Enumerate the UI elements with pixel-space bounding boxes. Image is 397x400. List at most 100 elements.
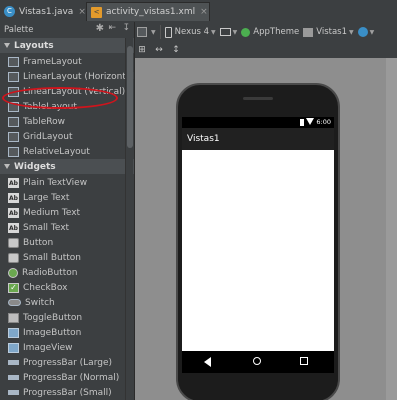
layout-actions-toolbar: ⊞ ↔ ↕: [135, 42, 397, 58]
palette-item-progressbar-normal[interactable]: ProgressBar (Normal): [0, 370, 134, 385]
palette-item-label: Small Text: [23, 222, 70, 233]
status-bar: 6:00: [182, 117, 334, 128]
palette-title: Palette: [4, 25, 34, 35]
back-icon: [204, 357, 211, 367]
recent-apps-icon: [300, 357, 308, 365]
palette-item-label: ImageView: [23, 342, 73, 353]
layout-icon: [8, 86, 19, 97]
palette-item-linearlayout-horizontal[interactable]: LinearLayout (Horizontal): [0, 69, 134, 84]
category-layouts[interactable]: Layouts: [0, 38, 134, 53]
textview-icon: Ab: [8, 207, 19, 218]
tab-activity-xml[interactable]: < activity_vistas1.xml ×: [86, 2, 210, 21]
separator: [159, 25, 161, 39]
category-widgets[interactable]: Widgets: [0, 159, 134, 174]
progress-bar-icon: [8, 375, 19, 380]
locale-dropdown[interactable]: ▼: [356, 24, 377, 40]
palette-item-small-button[interactable]: Small Button: [0, 250, 134, 265]
checkbox-icon: ✓: [8, 282, 19, 293]
design-canvas[interactable]: 6:00 Vistas1: [135, 58, 397, 400]
signal-icon: [306, 118, 314, 125]
phone-earpiece: [243, 97, 273, 100]
palette-item-label: ImageButton: [23, 327, 82, 338]
layout-variants-dropdown[interactable]: ▼: [135, 24, 158, 40]
file-icon: [137, 27, 147, 37]
theme-label: AppTheme: [253, 27, 300, 37]
palette-item-tablerow[interactable]: TableRow: [0, 114, 134, 129]
palette-item-label: RelativeLayout: [23, 146, 90, 157]
orientation-dropdown[interactable]: ▼: [218, 24, 240, 40]
palette-item-radiobutton[interactable]: RadioButton: [0, 265, 134, 280]
textview-icon: Ab: [8, 192, 19, 203]
palette-item-label: GridLayout: [23, 131, 73, 142]
image-view-icon: [8, 342, 19, 353]
palette-item-label: RadioButton: [22, 267, 78, 278]
textview-icon: Ab: [8, 177, 19, 188]
theme-button[interactable]: AppTheme: [239, 24, 301, 40]
layout-icon: [8, 56, 19, 67]
canvas-margin: [386, 58, 397, 400]
palette-item-medium-text[interactable]: Ab Medium Text: [0, 205, 134, 220]
palette-item-label: TableRow: [23, 116, 65, 127]
palette-item-label: ProgressBar (Small): [23, 387, 112, 398]
palette-item-large-text[interactable]: Ab Large Text: [0, 190, 134, 205]
options-icon[interactable]: ⇤: [108, 23, 116, 33]
palette-item-imageview[interactable]: ImageView: [0, 340, 134, 355]
hide-panel-icon[interactable]: ↧: [122, 23, 130, 33]
palette-item-label: Switch: [25, 297, 55, 308]
app-title: Vistas1: [187, 134, 220, 144]
status-time: 6:00: [316, 118, 331, 126]
palette-item-plain-textview[interactable]: Ab Plain TextView: [0, 175, 134, 190]
palette-item-checkbox[interactable]: ✓ CheckBox: [0, 280, 134, 295]
device-screen[interactable]: 6:00 Vistas1: [182, 117, 334, 373]
gear-icon[interactable]: ✱: [96, 23, 104, 34]
device-frame: 6:00 Vistas1: [176, 83, 340, 400]
palette-item-button[interactable]: Button: [0, 235, 134, 250]
table-row-icon: [8, 116, 19, 127]
progress-bar-icon: [8, 390, 19, 395]
device-label: Nexus 4: [174, 27, 210, 37]
chevron-down-icon: ▼: [151, 28, 156, 36]
java-class-icon: C: [4, 6, 15, 17]
palette-item-progressbar-large[interactable]: ProgressBar (Large): [0, 355, 134, 370]
palette-item-framelayout[interactable]: FrameLayout: [0, 54, 134, 69]
device-dropdown[interactable]: Nexus 4 ▼: [163, 24, 218, 40]
palette-item-imagebutton[interactable]: ImageButton: [0, 325, 134, 340]
palette-item-switch[interactable]: Switch: [0, 295, 134, 310]
globe-icon: [357, 27, 368, 37]
layout-icon: [8, 71, 19, 82]
palette-item-label: Button: [23, 237, 54, 248]
close-icon[interactable]: ×: [200, 7, 208, 17]
orientation-icon: [219, 28, 231, 36]
palette-item-togglebutton[interactable]: ToggleButton: [0, 310, 134, 325]
chevron-down-icon: ▼: [232, 28, 238, 36]
category-label: Layouts: [14, 40, 54, 51]
theme-icon: [241, 27, 251, 37]
palette-item-label: LinearLayout (Horizontal): [23, 71, 135, 82]
palette-item-gridlayout[interactable]: GridLayout: [0, 129, 134, 144]
tab-vistas1-java[interactable]: C Vistas1.java ×: [0, 2, 86, 21]
palette-scrollbar[interactable]: [125, 38, 133, 400]
toggle-button-icon: [8, 312, 19, 323]
palette-item-label: LinearLayout (Vertical): [23, 86, 126, 97]
phone-icon: [164, 26, 172, 38]
palette-header: Palette ✱ ⇤ ↧: [0, 22, 134, 38]
palette-item-relativelayout[interactable]: RelativeLayout: [0, 144, 134, 159]
resize-icon[interactable]: ⊞: [137, 45, 147, 55]
expand-horizontal-icon[interactable]: ↔: [154, 45, 164, 55]
palette-item-label: Small Button: [23, 252, 82, 263]
expand-vertical-icon[interactable]: ↕: [171, 45, 181, 55]
palette-item-tablelayout[interactable]: TableLayout: [0, 99, 134, 114]
activity-dropdown[interactable]: Vistas1 ▼: [301, 24, 355, 40]
tab-label: Vistas1.java: [19, 6, 74, 17]
palette-item-label: Medium Text: [23, 207, 81, 218]
close-icon[interactable]: ×: [78, 7, 86, 17]
palette-item-small-text[interactable]: Ab Small Text: [0, 220, 134, 235]
palette-item-label: CheckBox: [23, 282, 68, 293]
scrollbar-thumb[interactable]: [127, 46, 133, 148]
palette-panel: Palette ✱ ⇤ ↧ Layouts FrameLayout Linear…: [0, 22, 135, 400]
palette-item-label: ToggleButton: [23, 312, 83, 323]
palette-item-linearlayout-vertical[interactable]: LinearLayout (Vertical): [0, 84, 134, 99]
activity-label: Vistas1: [316, 27, 348, 37]
palette-item-progressbar-small[interactable]: ProgressBar (Small): [0, 385, 134, 400]
grid-icon: [8, 131, 19, 142]
